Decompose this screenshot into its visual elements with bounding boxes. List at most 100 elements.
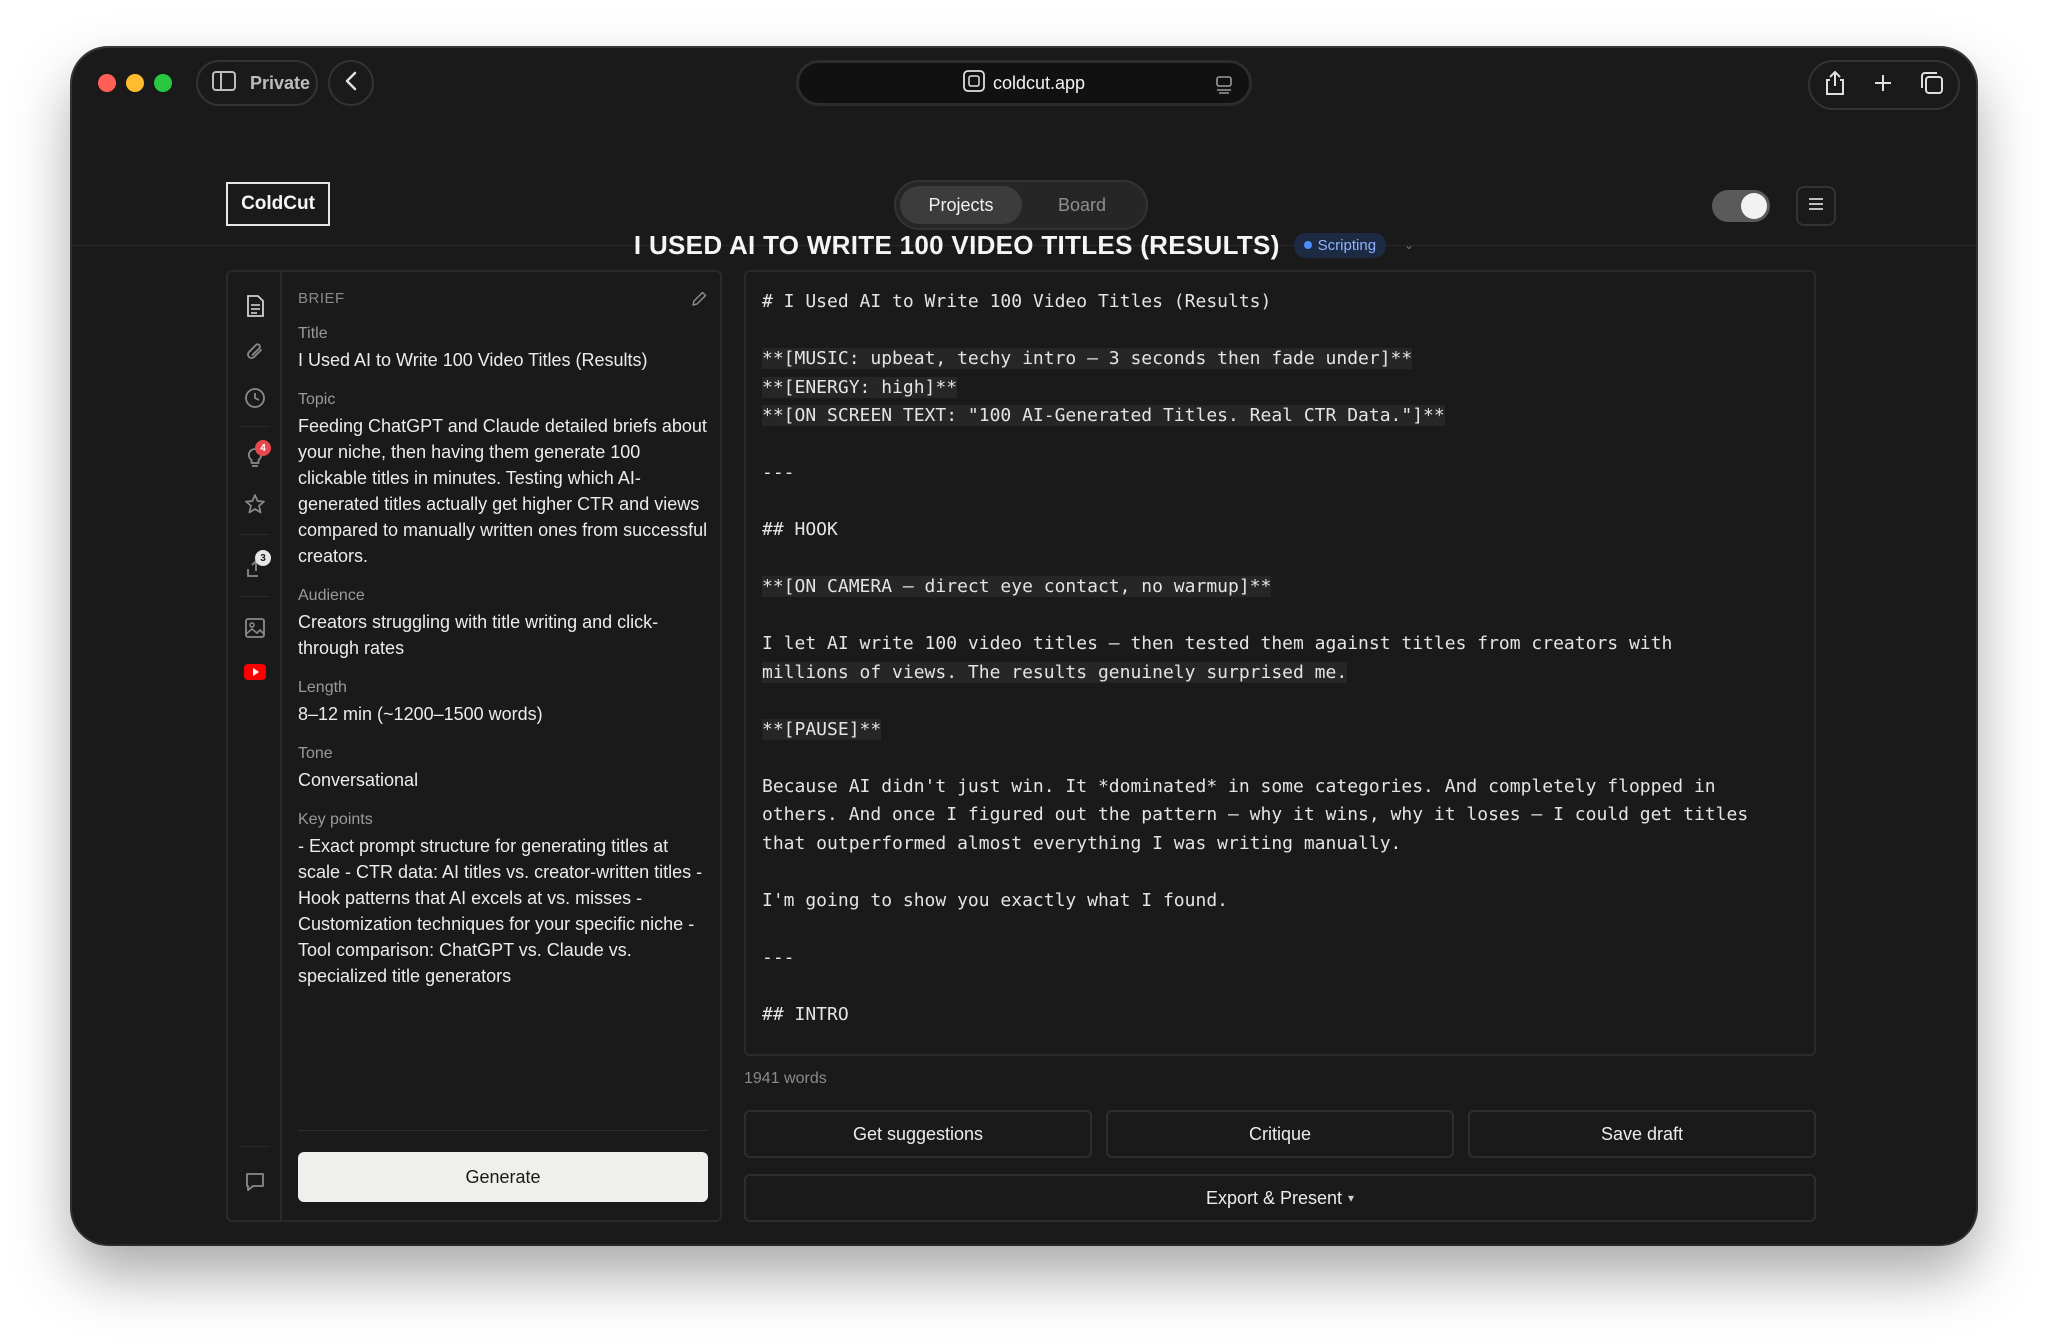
side-rail: 4 3 xyxy=(228,272,282,1220)
back-button[interactable] xyxy=(328,60,374,106)
status-badge[interactable]: Scripting xyxy=(1293,232,1387,258)
critique-button[interactable]: Critique xyxy=(1106,1110,1454,1158)
browser-window: Private coldcut.app ColdCut Projects Boa… xyxy=(72,48,1976,1244)
tab-overview-icon[interactable] xyxy=(1920,71,1944,100)
editor-line: ## INTRO xyxy=(762,1001,1798,1030)
editor-line-text: **[ENERGY: high]** xyxy=(762,376,958,398)
pencil-icon[interactable] xyxy=(690,290,708,313)
title-label: Title xyxy=(298,325,328,342)
script-editor[interactable]: # I Used AI to Write 100 Video Titles (R… xyxy=(744,270,1816,1056)
clock-icon[interactable] xyxy=(243,386,267,410)
editor-line-text: millions of views. The results genuinely… xyxy=(762,661,1348,683)
editor-line: **[ENERGY: high]** xyxy=(762,374,1798,403)
brief-content: BRIEF Title I Used AI to Write 100 Video… xyxy=(298,290,708,989)
length-value: 8–12 min (~1200–1500 words) xyxy=(298,704,543,724)
minimize-window-button[interactable] xyxy=(126,74,144,92)
editor-line-text: ## INTRO xyxy=(762,1003,849,1025)
toggle-knob xyxy=(1741,193,1767,219)
word-count: 1941 words xyxy=(744,1070,827,1087)
editor-line: **[ON SCREEN TEXT: "100 AI-Generated Tit… xyxy=(762,402,1798,431)
save-draft-button[interactable]: Save draft xyxy=(1468,1110,1816,1158)
caret-down-icon: ▾ xyxy=(1348,1191,1355,1205)
chevron-down-icon[interactable]: ⌄ xyxy=(1404,238,1414,252)
editor-line-text: **[ON CAMERA — direct eye contact, no wa… xyxy=(762,576,1272,597)
status-dot xyxy=(1303,241,1312,249)
length-label: Length xyxy=(298,679,347,696)
reader-icon[interactable] xyxy=(1215,75,1233,100)
editor-line: --- xyxy=(762,459,1798,488)
generate-button[interactable]: Generate xyxy=(298,1152,708,1202)
suggestions-badge: 4 xyxy=(255,440,271,456)
sidebar-toggle-button[interactable]: Private xyxy=(196,60,318,106)
rail-divider xyxy=(240,596,270,597)
site-icon xyxy=(963,69,985,97)
close-window-button[interactable] xyxy=(98,74,116,92)
get-suggestions-button[interactable]: Get suggestions xyxy=(744,1110,1092,1158)
editor-line-text: **[ON SCREEN TEXT: "100 AI-Generated Tit… xyxy=(762,405,1445,426)
editor-line: # I Used AI to Write 100 Video Titles (R… xyxy=(762,288,1798,317)
maximize-window-button[interactable] xyxy=(154,74,172,92)
page-title: I USED AI TO WRITE 100 VIDEO TITLES (RES… xyxy=(633,229,1280,260)
youtube-icon[interactable] xyxy=(243,660,267,684)
editor-line-text: I let AI write 100 video titles — then t… xyxy=(762,633,1673,654)
editor-line-text: --- xyxy=(762,946,795,968)
project-title-row: I USED AI TO WRITE 100 VIDEO TITLES (RES… xyxy=(72,220,1976,270)
editor-line: others. And once I figured out the patte… xyxy=(762,801,1798,830)
export-present-button[interactable]: Export & Present ▾ xyxy=(744,1174,1816,1222)
editor-line: Because AI didn't just win. It *dominate… xyxy=(762,773,1798,802)
sidebar-icon xyxy=(212,70,236,96)
audience-label: Audience xyxy=(298,587,365,604)
tab-projects[interactable]: Projects xyxy=(900,186,1022,224)
editor-line-text: ## HOOK xyxy=(762,519,838,540)
url-text: coldcut.app xyxy=(992,72,1086,93)
share-icon[interactable] xyxy=(1824,70,1846,101)
image-icon[interactable] xyxy=(243,616,267,640)
address-bar[interactable]: coldcut.app xyxy=(796,60,1252,106)
editor-line: I let AI write 100 video titles — then t… xyxy=(762,630,1798,659)
star-icon[interactable] xyxy=(243,492,267,516)
chevron-left-icon xyxy=(344,71,358,96)
key-points-value: - Exact prompt structure for generating … xyxy=(298,836,703,986)
editor-line: ## HOOK xyxy=(762,516,1798,545)
key-points-label: Key points xyxy=(298,811,373,828)
editor-line: --- xyxy=(762,944,1798,973)
editor-line-text: that outperformed almost everything I wa… xyxy=(762,832,1402,854)
tab-board[interactable]: Board xyxy=(1022,186,1142,224)
editor-line: that outperformed almost everything I wa… xyxy=(762,830,1798,859)
paperclip-icon[interactable] xyxy=(243,340,267,364)
editor-line: **[ON CAMERA — direct eye contact, no wa… xyxy=(762,573,1798,602)
document-icon[interactable] xyxy=(243,294,267,318)
editor-line-text: --- xyxy=(762,462,795,483)
audience-value: Creators struggling with title writing a… xyxy=(298,612,659,658)
editor-line: **[PAUSE]** xyxy=(762,716,1798,745)
brief-divider xyxy=(298,1130,708,1131)
rail-divider xyxy=(240,534,270,535)
status-label: Scripting xyxy=(1317,236,1377,254)
editor-line-text: Because AI didn't just win. It *dominate… xyxy=(762,775,1716,797)
browser-actions xyxy=(1808,60,1960,110)
topic-label: Topic xyxy=(298,391,336,408)
brief-heading: BRIEF xyxy=(298,290,345,307)
editor-line: millions of views. The results genuinely… xyxy=(762,659,1798,688)
editor-line-text: **[MUSIC: upbeat, techy intro — 3 second… xyxy=(762,348,1413,369)
tone-value: Conversational xyxy=(298,770,419,790)
rail-divider xyxy=(240,426,270,427)
export-present-label: Export & Present xyxy=(1205,1187,1343,1208)
topic-value: Feeding ChatGPT and Claude detailed brie… xyxy=(298,416,708,566)
brief-panel: 4 3 BRIEF Title I Used AI to Write 100 V… xyxy=(226,270,722,1222)
hamburger-icon xyxy=(1808,197,1824,216)
comment-icon[interactable] xyxy=(243,1170,267,1194)
private-label: Private xyxy=(250,72,311,93)
new-tab-icon[interactable] xyxy=(1873,73,1893,98)
rail-divider xyxy=(240,1146,270,1147)
browser-toolbar: Private coldcut.app xyxy=(72,48,1976,120)
editor-line-text: # I Used AI to Write 100 Video Titles (R… xyxy=(762,291,1272,312)
editor-line-text: **[PAUSE]** xyxy=(762,718,882,740)
theme-toggle[interactable] xyxy=(1712,190,1770,222)
